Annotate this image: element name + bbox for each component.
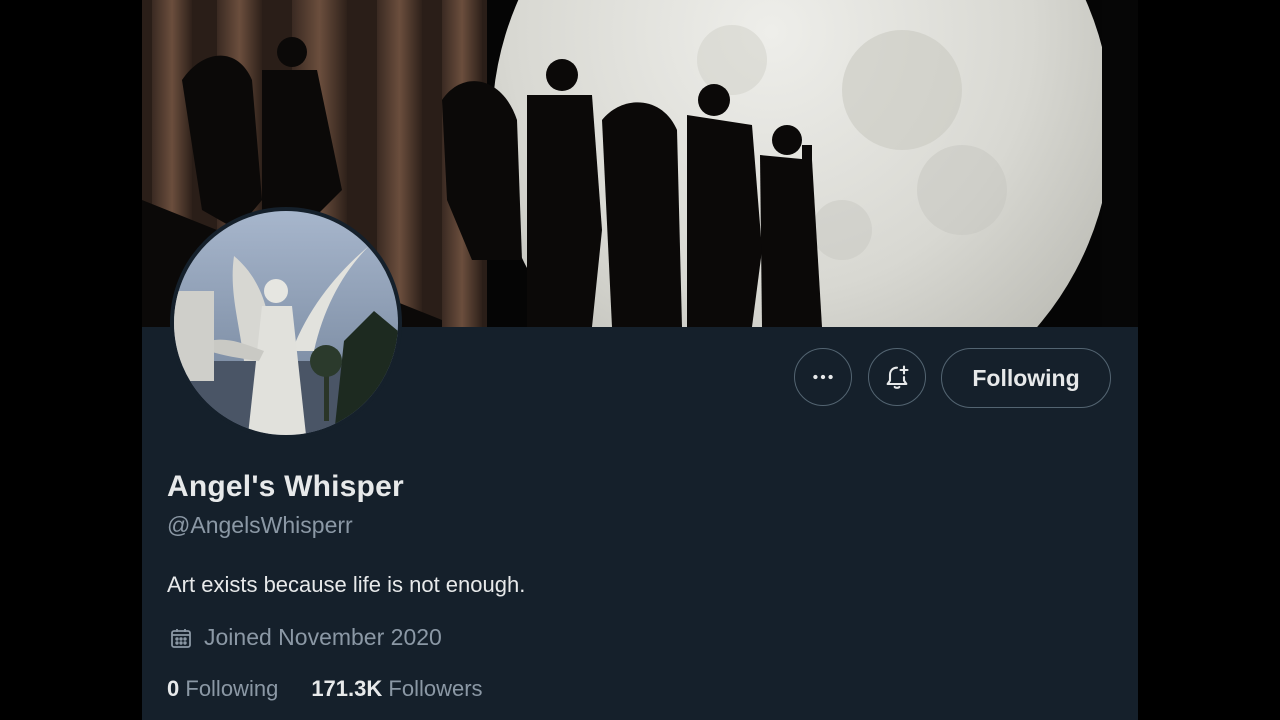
following-stat-link[interactable]: 0 Following	[167, 676, 278, 702]
notifications-button[interactable]	[868, 348, 926, 406]
bell-plus-icon	[886, 365, 909, 389]
more-options-button[interactable]	[794, 348, 852, 406]
joined-date: Joined November 2020	[204, 624, 442, 650]
user-handle: @AngelsWhisperr	[167, 512, 353, 538]
avatar[interactable]	[170, 207, 402, 439]
following-label: Following	[185, 676, 279, 701]
more-horizontal-icon	[813, 374, 833, 380]
follow-stats: 0 Following 171.3K Followers	[167, 676, 516, 702]
following-count: 0	[167, 676, 180, 701]
followers-count: 171.3K	[311, 676, 383, 701]
joined-date-row: Joined November 2020	[169, 624, 442, 651]
calendar-icon	[171, 628, 191, 648]
bio-text: Art exists because life is not enough.	[167, 572, 526, 597]
display-name: Angel's Whisper	[167, 470, 404, 503]
profile-card: Following Angel's Whisper @AngelsWhisper…	[142, 0, 1138, 720]
avatar-image	[174, 211, 398, 435]
following-button[interactable]: Following	[941, 348, 1111, 408]
followers-stat-link[interactable]: 171.3K Followers	[311, 676, 482, 702]
followers-label: Followers	[388, 676, 483, 701]
